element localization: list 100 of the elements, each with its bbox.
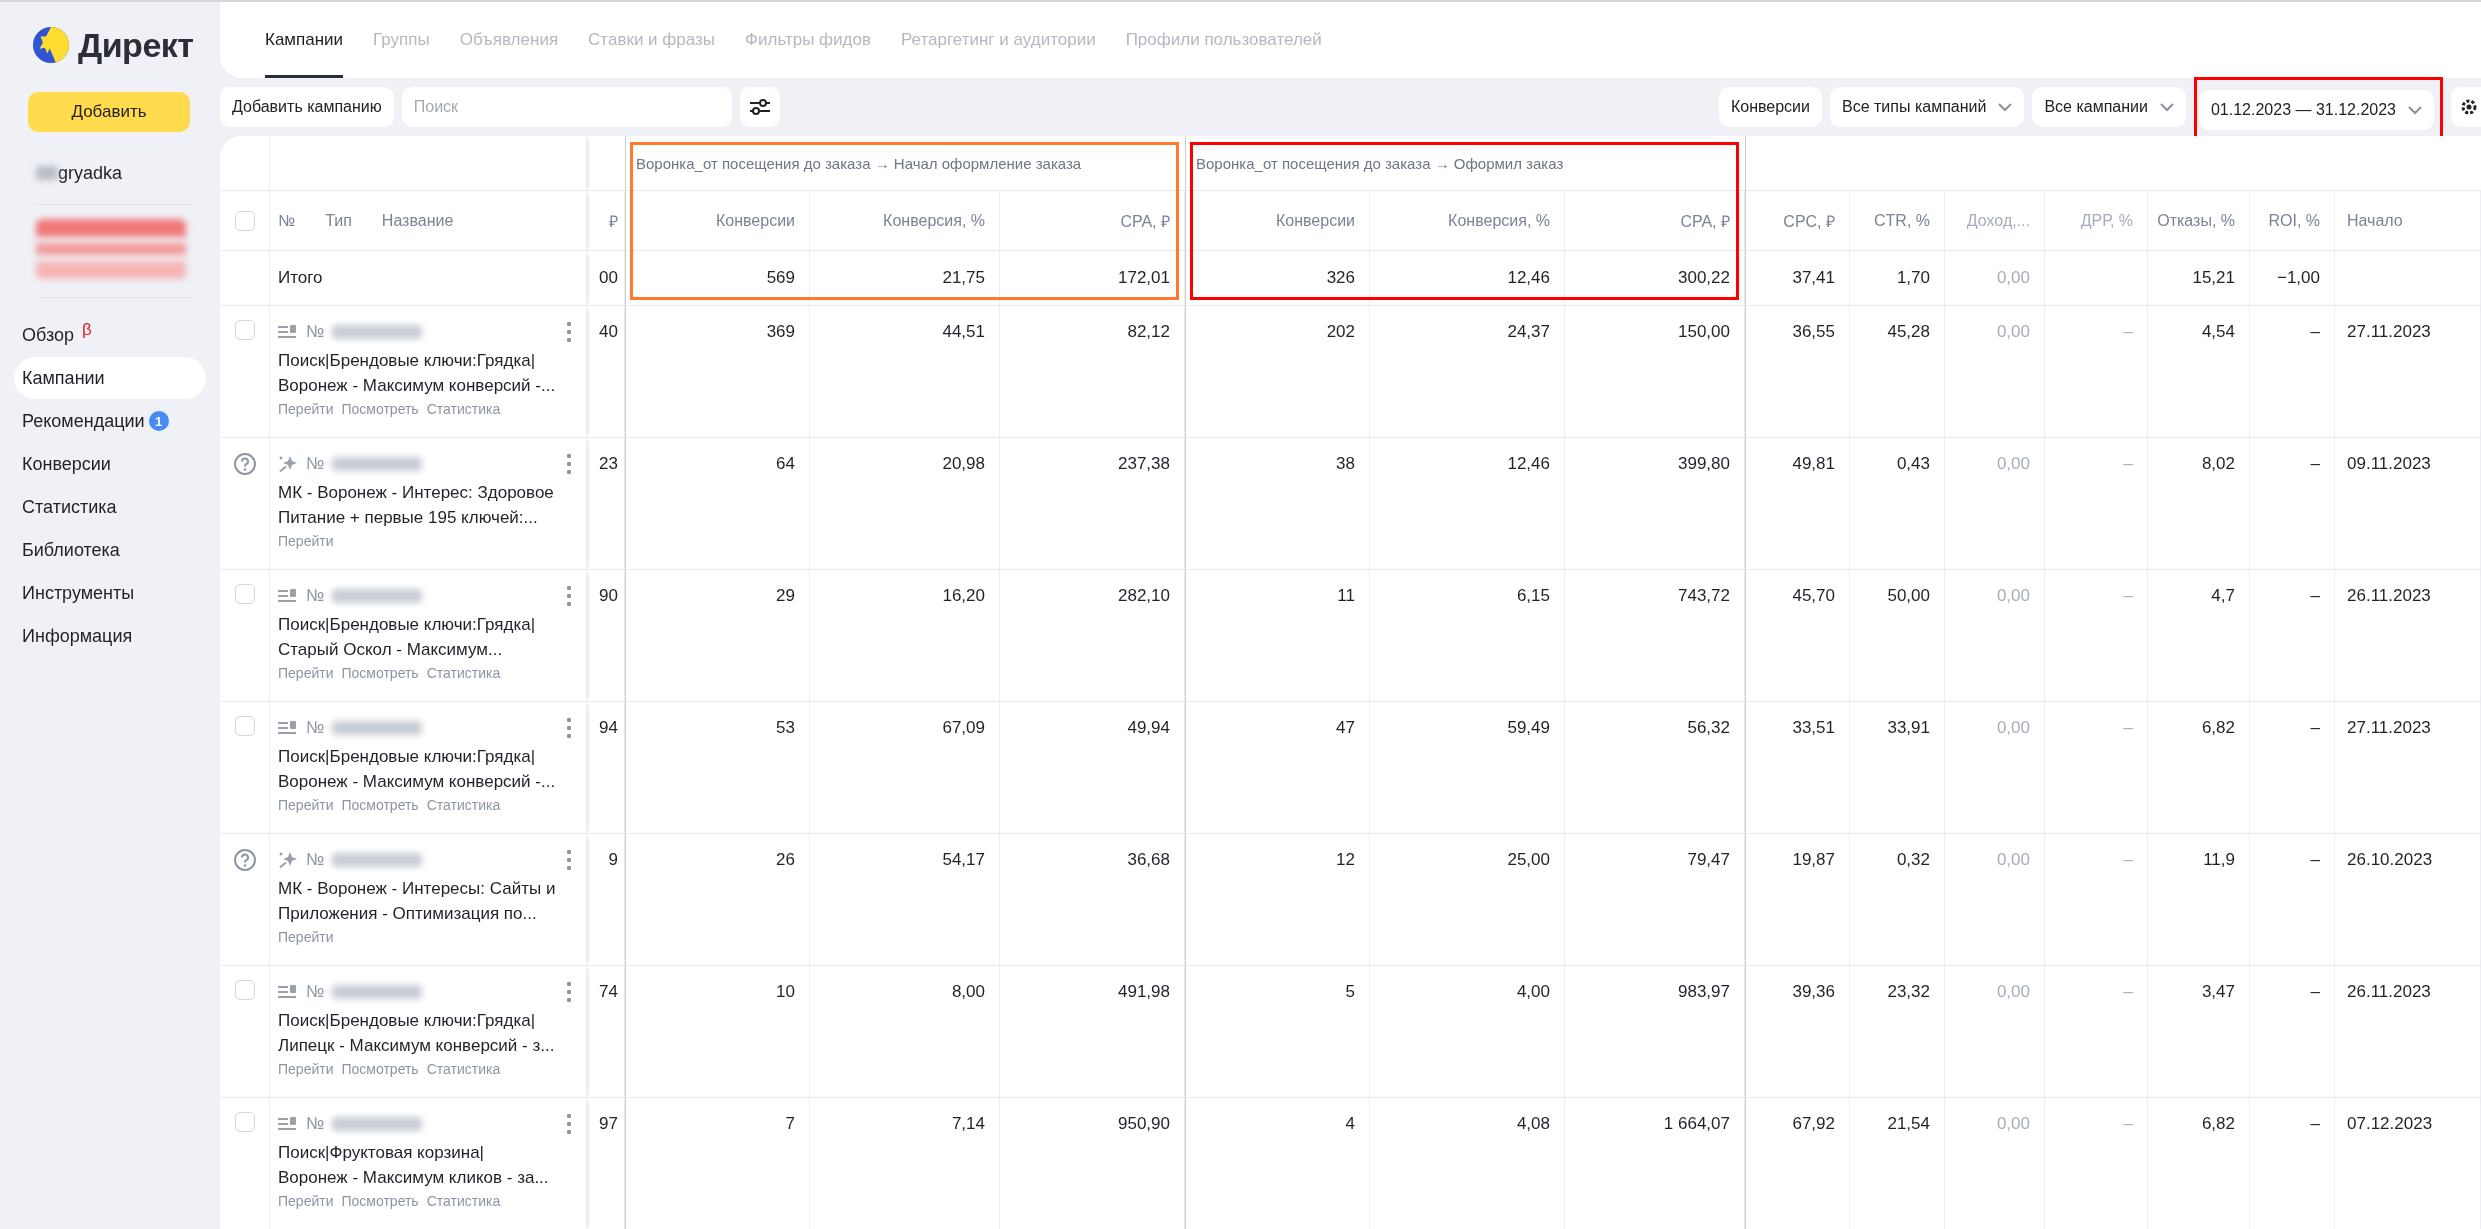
- checkbox[interactable]: [234, 210, 255, 231]
- more-icon[interactable]: [566, 321, 572, 343]
- nav-item[interactable]: Конверсии: [14, 443, 206, 485]
- logo-icon: [32, 26, 70, 64]
- checkbox[interactable]: [234, 584, 255, 604]
- column-header[interactable]: Начало: [2347, 211, 2403, 230]
- campaign-link[interactable]: Статистика: [426, 797, 501, 813]
- account-name[interactable]: gryadka: [58, 162, 123, 184]
- campaign-name[interactable]: Поиск|Фруктовая корзина| Воронеж - Максимум кликов - за...: [278, 1140, 572, 1190]
- campaign-link[interactable]: Статистика: [426, 1193, 501, 1209]
- campaign-link[interactable]: Перейти: [278, 665, 334, 681]
- nav-item[interactable]: Библиотека: [14, 529, 206, 571]
- column-header[interactable]: Отказы, %: [2157, 211, 2235, 230]
- nav-item[interactable]: Инструменты: [14, 572, 206, 614]
- tab[interactable]: Профили пользователей: [1125, 2, 1322, 78]
- more-icon[interactable]: [566, 981, 572, 1003]
- nav-item[interactable]: Рекомендации 1: [14, 400, 206, 442]
- campaign-link[interactable]: Статистика: [426, 1061, 501, 1077]
- column-header[interactable]: Доход,...: [1966, 211, 2030, 230]
- column-header[interactable]: Конверсии: [715, 211, 795, 230]
- campaign-link[interactable]: Посмотреть: [341, 665, 419, 681]
- settings-button[interactable]: [2451, 87, 2481, 127]
- nav-item[interactable]: Информация: [14, 615, 206, 657]
- campaign-link[interactable]: Посмотреть: [341, 1193, 419, 1209]
- table-cell: 0,00: [1996, 454, 2030, 474]
- more-icon[interactable]: [566, 1113, 572, 1135]
- table-cell: 26.11.2023: [2347, 982, 2431, 1002]
- campaign-link[interactable]: Перейти: [278, 533, 334, 549]
- campaign-name[interactable]: Поиск|Брендовые ключи:Грядка| Воронеж - Максимум конверсий -...: [278, 744, 572, 794]
- table-cell: 16,20: [942, 586, 985, 606]
- campaign-name[interactable]: Поиск|Брендовые ключи:Грядка| Старый Оскол - Максимум...: [278, 612, 572, 662]
- search-field[interactable]: Поиск: [401, 87, 732, 127]
- nav-item[interactable]: Статистика: [14, 486, 206, 528]
- column-header[interactable]: CPA, ₽: [1680, 209, 1730, 232]
- checkbox[interactable]: [234, 1112, 255, 1132]
- more-icon[interactable]: [566, 717, 572, 739]
- table-cell: 19,87: [1792, 850, 1835, 870]
- column-header[interactable]: Название: [381, 211, 454, 230]
- date-range-dropdown[interactable]: 01.12.2023 — 31.12.2023: [2198, 90, 2434, 130]
- column-header[interactable]: ДРР, %: [2080, 211, 2133, 230]
- help-icon[interactable]: [232, 848, 257, 872]
- more-icon[interactable]: [566, 585, 572, 607]
- table-cell: 67,92: [1792, 1114, 1835, 1134]
- campaign-link[interactable]: Статистика: [426, 401, 501, 417]
- filter-button[interactable]: [739, 87, 780, 127]
- campaign-name[interactable]: МК - Воронеж - Интерес: Здоровое Питание + первые 195 ключей:...: [278, 480, 572, 530]
- campaign-link[interactable]: Перейти: [278, 401, 334, 417]
- checkbox[interactable]: [234, 320, 255, 340]
- filter-dropdown[interactable]: Конверсии: [1718, 87, 1822, 127]
- checkbox[interactable]: [234, 980, 255, 1000]
- tab[interactable]: Объявления: [459, 2, 559, 78]
- filter-dropdown[interactable]: Все типы кампаний: [1830, 87, 2025, 127]
- table-cell: 00: [599, 268, 618, 288]
- campaign-name[interactable]: Поиск|Брендовые ключи:Грядка| Воронеж - Максимум конверсий -...: [278, 348, 572, 398]
- table-cell: 0,32: [1896, 850, 1930, 870]
- more-icon[interactable]: [566, 849, 572, 871]
- campaign-link[interactable]: Перейти: [278, 1061, 334, 1077]
- campaign-link[interactable]: Посмотреть: [341, 797, 419, 813]
- table-cell: 237,38: [1118, 454, 1170, 474]
- more-icon[interactable]: [566, 453, 572, 475]
- column-header[interactable]: Конверсия, %: [883, 211, 985, 230]
- campaign-name[interactable]: Поиск|Брендовые ключи:Грядка| Липецк - Максимум конверсий - з...: [278, 1008, 572, 1058]
- tab[interactable]: Ретаргетинг и аудитории: [901, 2, 1096, 78]
- campaign-link[interactable]: Перейти: [278, 929, 334, 945]
- column-header[interactable]: CTR, %: [1874, 211, 1930, 230]
- campaign-link[interactable]: Перейти: [278, 1193, 334, 1209]
- column-header[interactable]: Конверсия, %: [1448, 211, 1550, 230]
- table-cell: 33,51: [1792, 718, 1835, 738]
- table-cell: 23: [599, 454, 618, 474]
- nav-item[interactable]: Кампании: [14, 357, 206, 399]
- list-icon: [278, 1117, 298, 1131]
- table-cell: 4,00: [1516, 982, 1550, 1002]
- column-header[interactable]: CPA, ₽: [1120, 209, 1170, 232]
- table-cell: 26.11.2023: [2347, 586, 2431, 606]
- campaign-name[interactable]: МК - Воронеж - Интересы: Сайты и Приложения - Оптимизация по...: [278, 876, 572, 926]
- campaign-link[interactable]: Статистика: [426, 665, 501, 681]
- nav-label: Статистика: [22, 496, 117, 518]
- table-cell: 0,00: [1996, 268, 2030, 288]
- table-cell: 0,00: [1996, 718, 2030, 738]
- column-header[interactable]: CPC, ₽: [1783, 209, 1835, 232]
- checkbox[interactable]: [234, 716, 255, 736]
- filter-dropdown[interactable]: Все кампании: [2032, 87, 2186, 127]
- campaign-link[interactable]: Посмотреть: [341, 1061, 419, 1077]
- tab[interactable]: Группы: [373, 2, 430, 78]
- column-header[interactable]: Конверсии: [1275, 211, 1355, 230]
- column-header[interactable]: ROI, %: [2268, 211, 2320, 230]
- add-button[interactable]: Добавить: [28, 92, 190, 132]
- nav-item[interactable]: Обзор β: [14, 314, 206, 356]
- tab[interactable]: Ставки и фразы: [588, 2, 716, 78]
- campaign-link[interactable]: Перейти: [278, 797, 334, 813]
- column-header[interactable]: Тип: [325, 211, 352, 230]
- add-campaign-button[interactable]: Добавить кампанию: [220, 87, 394, 127]
- help-icon[interactable]: [232, 452, 257, 476]
- column-header[interactable]: №: [278, 211, 296, 230]
- table-cell: –: [2310, 1114, 2320, 1134]
- tab[interactable]: Фильтры фидов: [745, 2, 871, 78]
- table-cell: 79,47: [1687, 850, 1730, 870]
- table-cell: 44,51: [942, 322, 985, 342]
- campaign-link[interactable]: Посмотреть: [341, 401, 419, 417]
- tab[interactable]: Кампании: [265, 2, 344, 78]
